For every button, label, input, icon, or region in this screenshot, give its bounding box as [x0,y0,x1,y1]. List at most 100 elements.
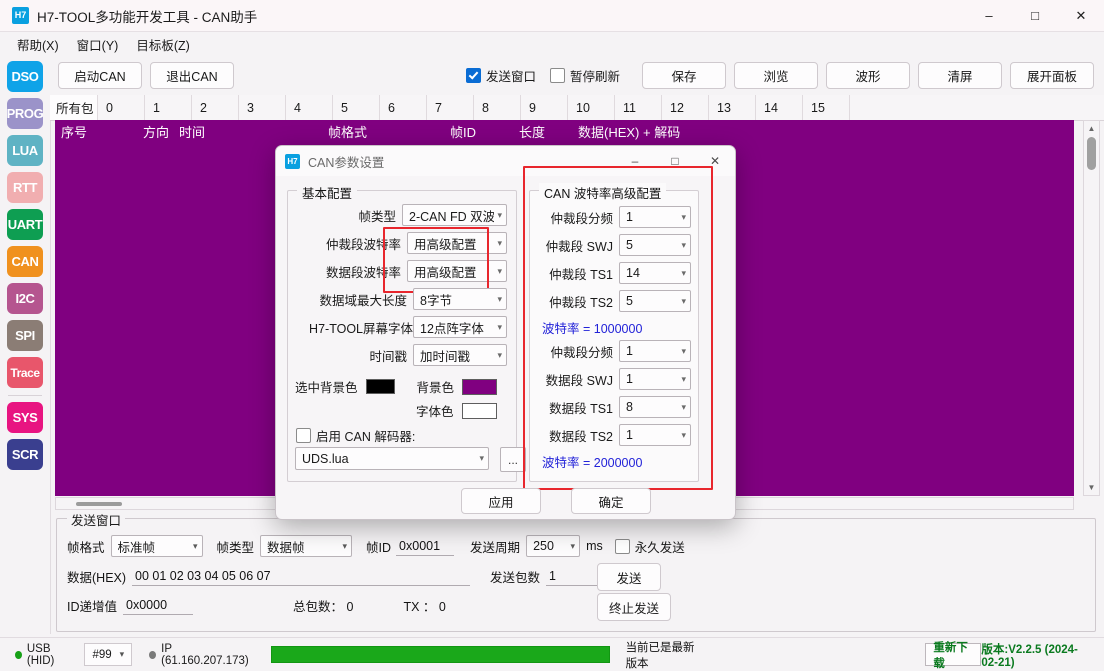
packet-tab-7[interactable]: 7 [427,95,474,120]
start-can-button[interactable]: 启动CAN [58,61,142,89]
data-baud-select[interactable]: 用高级配置 ▾ [407,260,507,282]
packet-count-input[interactable] [546,566,605,586]
apply-button[interactable]: 应用 [461,488,541,514]
close-icon[interactable]: ✕ [1058,0,1104,31]
download-progress-bar [270,646,610,663]
forever-send-checkbox[interactable]: 永久发送 [614,537,685,556]
packet-tab-1[interactable]: 1 [145,95,192,120]
browse-decoder-button[interactable]: ... [500,447,526,472]
decoder-file-select[interactable]: UDS.lua ▾ [295,447,489,470]
exit-can-button[interactable]: 退出CAN [150,61,234,89]
selected-bg-color-swatch[interactable] [365,379,395,394]
timestamp-select[interactable]: 加时间戳 ▾ [413,344,507,366]
chevron-down-icon: ▾ [497,293,502,304]
id-increment-input[interactable] [123,595,194,615]
packet-tab-8[interactable]: 8 [474,95,521,120]
data-prescaler-select[interactable]: 1 ▾ [619,340,691,362]
data-swj-select[interactable]: 1 ▾ [619,368,691,390]
data-prescaler-label: 仲裁段分频 [550,345,613,360]
device-select[interactable]: #99 ▾ [84,643,133,666]
packet-tab-4[interactable]: 4 [286,95,333,120]
send-period-select[interactable]: 250 ▾ [526,535,581,557]
packet-tab-15[interactable]: 15 [803,95,850,120]
arbitration-baud-value: 用高级配置 [414,237,477,252]
sidebar-item-spi[interactable]: SPI [7,320,43,351]
sidebar-item-dso[interactable]: DSO [7,61,43,92]
frame-id-input[interactable] [396,536,455,556]
dialog-minimize-icon[interactable]: – [615,146,655,176]
frame-format-label: 帧格式 [67,540,105,555]
arb-ts1-label: 仲裁段 TS1 [549,267,613,282]
font-color-label: 字体色 [416,405,454,419]
max-data-length-select[interactable]: 8字节 ▾ [413,288,507,310]
packet-tab-0[interactable]: 0 [98,95,145,120]
vertical-scroll-thumb[interactable] [1087,137,1096,170]
arb-prescaler-select[interactable]: 1 ▾ [619,206,691,228]
arb-swj-select[interactable]: 5 ▾ [619,234,691,256]
packet-tab-2[interactable]: 2 [192,95,239,120]
send-period-value: 250 [533,539,554,553]
maximize-icon[interactable]: □ [1012,0,1058,31]
screen-font-select[interactable]: 12点阵字体 ▾ [413,316,507,338]
data-ts1-select[interactable]: 8 ▾ [619,396,691,418]
ok-button[interactable]: 确定 [571,488,651,514]
packet-tab-3[interactable]: 3 [239,95,286,120]
packet-tab-10[interactable]: 10 [568,95,615,120]
frame-format-select[interactable]: 标准帧 ▾ [110,535,203,557]
menu-item-help[interactable]: 帮助(X) [8,32,68,57]
chevron-down-icon: ▾ [119,649,125,659]
browse-button[interactable]: 浏览 [734,61,818,89]
dialog-close-icon[interactable]: ✕ [695,146,735,176]
sidebar-item-i2c[interactable]: I2C [7,283,43,314]
scroll-down-icon[interactable]: ▼ [1084,480,1099,495]
packet-tab-14[interactable]: 14 [756,95,803,120]
save-button[interactable]: 保存 [642,61,726,89]
send-button[interactable]: 发送 [597,563,661,591]
menu-item-target-board[interactable]: 目标板(Z) [127,32,198,57]
timestamp-label: 时间戳 [369,349,407,364]
arbitration-baud-select[interactable]: 用高级配置 ▾ [407,232,507,254]
horizontal-scroll-thumb[interactable] [76,502,122,506]
packet-tab-11[interactable]: 11 [615,95,662,120]
waveform-button[interactable]: 波形 [826,61,910,89]
sidebar-item-uart[interactable]: UART [7,209,43,240]
minimize-icon[interactable]: – [966,0,1012,31]
packet-tab-12[interactable]: 12 [662,95,709,120]
data-ts2-value: 1 [626,428,633,442]
clear-screen-button[interactable]: 清屏 [918,61,1002,89]
pause-refresh-checkbox[interactable]: 暂停刷新 [549,66,620,85]
arb-ts1-select[interactable]: 14 ▾ [619,262,691,284]
redownload-button[interactable]: 重新下载 [925,642,982,670]
sidebar-item-lua[interactable]: LUA [7,135,43,166]
sidebar-item-scr[interactable]: SCR [7,439,43,470]
packet-tab-6[interactable]: 6 [380,95,427,120]
packet-tab-9[interactable]: 9 [521,95,568,120]
frame-id-label: 帧ID [366,540,392,555]
data-baud-value: 用高级配置 [414,265,477,280]
enable-decoder-checkbox[interactable]: 启用 CAN 解码器: [296,426,415,445]
send-window-checkbox[interactable]: 发送窗口 [465,66,536,85]
stop-send-button[interactable]: 终止发送 [597,593,671,621]
frame-type-select[interactable]: 数据帧 ▾ [260,535,353,557]
packet-tab-5[interactable]: 5 [333,95,380,120]
bg-color-swatch[interactable] [462,378,498,395]
expand-panel-button[interactable]: 展开面板 [1010,61,1094,89]
arb-ts2-select[interactable]: 5 ▾ [619,290,691,312]
data-hex-input[interactable] [132,566,471,586]
chevron-down-icon: ▾ [497,349,502,360]
data-ts2-select[interactable]: 1 ▾ [619,424,691,446]
arb-prescaler-label: 仲裁段分频 [550,211,613,226]
log-vertical-scrollbar[interactable]: ▲ ▼ [1083,120,1100,496]
packet-tab-all[interactable]: 所有包 [50,95,98,120]
menu-item-window[interactable]: 窗口(Y) [68,32,128,57]
sidebar-item-rtt[interactable]: RTT [7,172,43,203]
sidebar-item-can[interactable]: CAN [7,246,43,277]
scroll-up-icon[interactable]: ▲ [1084,121,1099,136]
font-color-swatch[interactable] [461,402,497,419]
dialog-maximize-icon[interactable]: □ [655,146,695,176]
sidebar-item-prog[interactable]: PROG [7,98,44,129]
frame-type-select[interactable]: 2-CAN FD 双波特率 ▾ [402,204,507,226]
sidebar-item-trace[interactable]: Trace [7,357,43,388]
sidebar-item-sys[interactable]: SYS [7,402,43,433]
packet-tab-13[interactable]: 13 [709,95,756,120]
